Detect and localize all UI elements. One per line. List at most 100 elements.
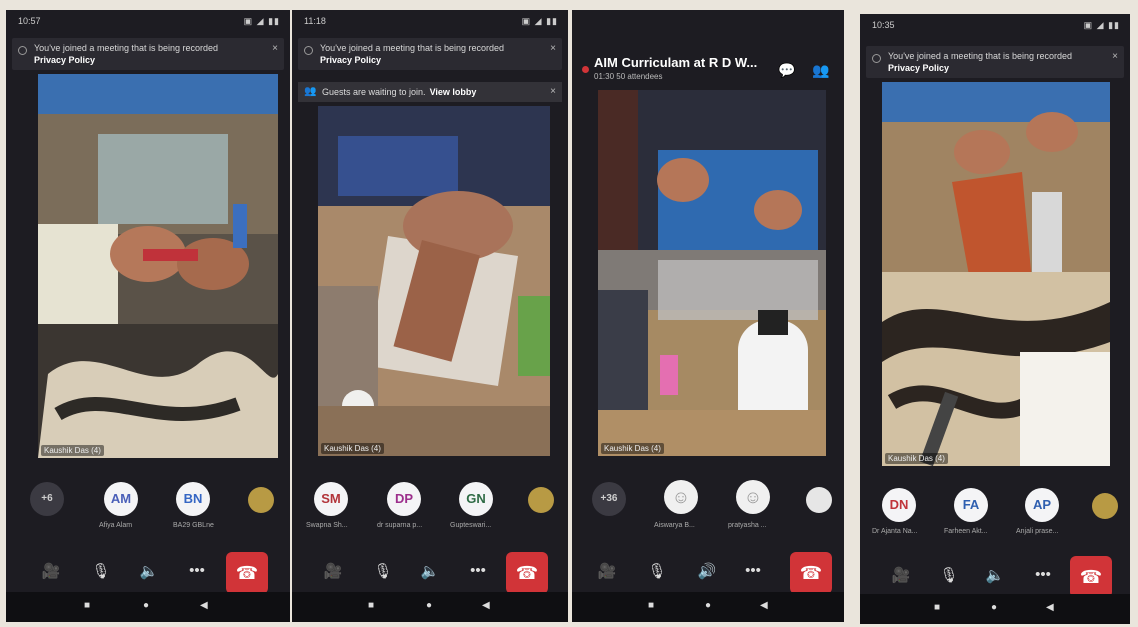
participant-avatar[interactable]: ☺ [736, 480, 770, 514]
participant-avatar[interactable]: DP [387, 482, 421, 516]
speaker-on-icon[interactable]: 🔊 [696, 562, 718, 580]
more-options-icon[interactable]: ••• [467, 562, 489, 579]
recording-banner: You've joined a meeting that is being re… [298, 38, 562, 70]
participants-icon[interactable]: 👥 [812, 62, 829, 79]
camera-off-icon[interactable]: 🎥 [40, 562, 62, 580]
close-icon[interactable]: × [272, 43, 278, 55]
mic-muted-icon[interactable]: 🎙 [90, 562, 112, 580]
shared-video: Kaushik Das (4) [38, 74, 278, 458]
participant-avatar[interactable]: AM [104, 482, 138, 516]
view-lobby-link[interactable]: View lobby [430, 87, 477, 97]
recents-icon[interactable]: ■ [934, 602, 940, 613]
more-participants-button[interactable]: +36 [592, 482, 626, 516]
back-icon[interactable]: ◀ [482, 600, 490, 611]
camera-off-icon[interactable]: 🎥 [322, 562, 344, 580]
recents-icon[interactable]: ■ [368, 600, 374, 611]
home-icon[interactable]: ● [991, 602, 997, 613]
participant-name: Afiya Alam [99, 522, 133, 529]
camera-off-icon[interactable]: 🎥 [596, 562, 618, 580]
home-icon[interactable]: ● [426, 600, 432, 611]
participant-avatar[interactable]: GN [459, 482, 493, 516]
video-frame [38, 74, 278, 458]
close-icon[interactable]: × [1112, 51, 1118, 63]
participant-avatar[interactable]: SM [314, 482, 348, 516]
video-frame [882, 82, 1110, 466]
participant-avatar[interactable]: DN [882, 488, 916, 522]
speaker-icon[interactable]: 🔈 [984, 566, 1006, 584]
android-nav-bar: ■ ● ◀ [292, 592, 568, 622]
recents-icon[interactable]: ■ [648, 600, 654, 611]
home-icon[interactable]: ● [143, 600, 149, 611]
speaker-icon[interactable]: 🔈 [419, 562, 441, 580]
phone-screen-2: 11:18 ▣ ◢ ▮▮ You've joined a meeting tha… [292, 10, 568, 622]
more-options-icon[interactable]: ••• [742, 562, 764, 579]
recording-indicator [582, 66, 589, 73]
back-icon[interactable]: ◀ [200, 600, 208, 611]
hang-up-button[interactable]: ☎ [1070, 556, 1112, 598]
guests-icon: 👥 [304, 86, 317, 97]
camera-off-icon[interactable]: 🎥 [890, 566, 912, 584]
close-icon[interactable]: × [550, 86, 556, 97]
mic-muted-icon[interactable]: 🎙 [646, 562, 668, 580]
mic-muted-icon[interactable]: 🎙 [938, 566, 960, 584]
shared-video: Kaushik Das (4) [882, 82, 1110, 466]
back-icon[interactable]: ◀ [760, 600, 768, 611]
hang-up-button[interactable]: ☎ [226, 552, 268, 594]
recording-banner-text: You've joined a meeting that is being re… [320, 42, 504, 66]
participant-avatar[interactable]: ☺ [664, 480, 698, 514]
call-controls: 🎥 🎙 🔈 ••• ☎ [292, 550, 568, 596]
participant-avatar[interactable]: BN [176, 482, 210, 516]
chat-icon[interactable]: 💬 [778, 62, 795, 79]
participant-name: Farheen Akt... [944, 528, 988, 535]
hang-up-button[interactable]: ☎ [506, 552, 548, 594]
recents-icon[interactable]: ■ [84, 600, 90, 611]
status-time: 10:35 [872, 20, 895, 30]
participant-photo-avatar[interactable] [248, 487, 274, 513]
speaker-icon[interactable]: 🔈 [138, 562, 160, 580]
person-icon: ☺ [671, 487, 691, 507]
participant-avatar[interactable]: AP [1025, 488, 1059, 522]
more-participants-button[interactable]: +6 [30, 482, 64, 516]
back-icon[interactable]: ◀ [1046, 602, 1054, 613]
video-frame [598, 90, 826, 456]
participant-photo-avatar[interactable] [806, 487, 832, 513]
privacy-policy-link[interactable]: Privacy Policy [34, 54, 218, 66]
recording-message: You've joined a meeting that is being re… [34, 43, 219, 53]
lobby-message: Guests are waiting to join. [322, 87, 426, 97]
call-controls: 🎥 🎙 🔈 ••• ☎ [6, 550, 290, 596]
home-icon[interactable]: ● [705, 600, 711, 611]
recording-banner: You've joined a meeting that is being re… [866, 46, 1124, 78]
participant-strip: +6 AM Afiya Alam BN BA29 GBLne [6, 478, 290, 538]
more-options-icon[interactable]: ••• [186, 562, 208, 579]
status-time: 11:18 [304, 16, 326, 26]
privacy-policy-link[interactable]: Privacy Policy [888, 62, 1072, 74]
status-bar [572, 10, 844, 32]
recording-message: You've joined a meeting that is being re… [320, 43, 505, 53]
participant-photo-avatar[interactable] [528, 487, 554, 513]
participant-label: Kaushik Das (4) [321, 443, 384, 454]
privacy-policy-link[interactable]: Privacy Policy [320, 54, 504, 66]
status-bar: 10:57 ▣ ◢ ▮▮ [6, 10, 290, 32]
phone-screen-1: 10:57 ▣ ◢ ▮▮ You've joined a meeting tha… [6, 10, 290, 622]
participant-avatar[interactable]: FA [954, 488, 988, 522]
participant-name: BA29 GBLne [173, 522, 214, 529]
recording-banner: You've joined a meeting that is being re… [12, 38, 284, 70]
status-icons: ▣ ◢ ▮▮ [521, 16, 558, 26]
participant-name: Gupteswari... [450, 522, 492, 529]
lobby-banner: 👥 Guests are waiting to join. View lobby … [298, 82, 562, 102]
lobby-banner-text: Guests are waiting to join. View lobby [322, 87, 476, 97]
hang-up-button[interactable]: ☎ [790, 552, 832, 594]
participant-strip: +36 ☺ Aiswarya B... ☺ pratyasha ... [572, 478, 844, 538]
mic-muted-icon[interactable]: 🎙 [372, 562, 394, 580]
recording-banner-text: You've joined a meeting that is being re… [888, 50, 1072, 74]
status-bar: 10:35 ▣ ◢ ▮▮ [860, 14, 1130, 36]
participant-name: pratyasha ... [728, 522, 767, 529]
more-options-icon[interactable]: ••• [1032, 566, 1054, 583]
close-icon[interactable]: × [550, 43, 556, 55]
meeting-subtitle: 01:30 50 attendees [594, 72, 663, 81]
android-nav-bar: ■ ● ◀ [572, 592, 844, 622]
meeting-title: AIM Curriculam at R D W... [594, 55, 758, 70]
participant-photo-avatar[interactable] [1092, 493, 1118, 519]
participant-label: Kaushik Das (4) [41, 445, 104, 456]
participant-name: Swapna Sh... [306, 522, 348, 529]
